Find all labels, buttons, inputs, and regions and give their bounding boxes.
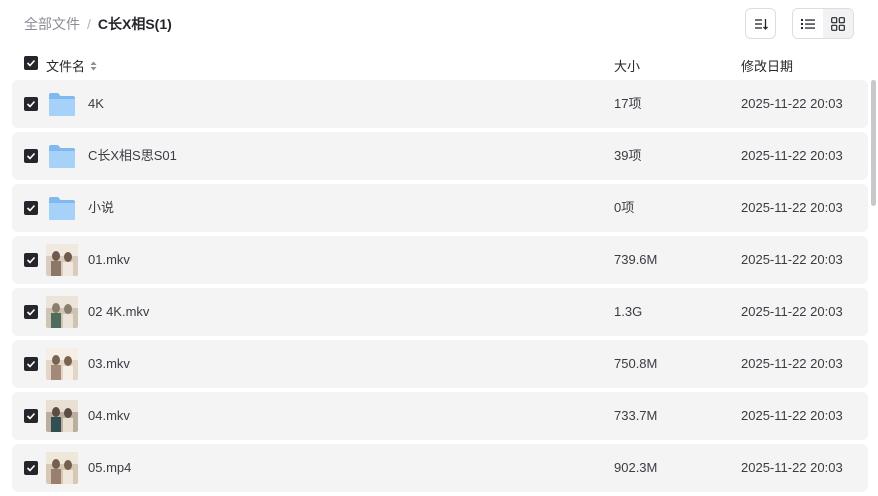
file-date: 2025-11-22 20:03 [741,148,843,163]
check-icon [26,412,36,420]
row-checkbox[interactable] [24,149,38,163]
folder-icon [46,88,78,120]
file-row[interactable]: 02 4K.mkv 1.3G 2025-11-22 20:03 [12,288,868,336]
header: 全部文件 / C长X相S(1) [0,0,878,48]
check-icon [26,464,36,472]
file-row[interactable]: 03.mkv 750.8M 2025-11-22 20:03 [12,340,868,388]
file-date: 2025-11-22 20:03 [741,304,843,319]
file-name: 4K [88,96,104,111]
check-icon [26,360,36,368]
folder-icon [46,192,78,224]
column-name-header[interactable]: 文件名 [46,56,98,75]
file-name: 小说 [88,200,115,215]
file-size: 17项 [614,96,642,111]
file-name: 04.mkv [88,408,130,423]
column-header: 文件名 大小 修改日期 [0,52,878,76]
column-size-header[interactable]: 大小 [614,56,640,75]
grid-view-button[interactable] [823,9,853,38]
row-checkbox[interactable] [24,97,38,111]
row-checkbox[interactable] [24,305,38,319]
file-name: 01.mkv [88,252,130,267]
file-name: 05.mp4 [88,460,132,475]
file-row[interactable]: 01.mkv 739.6M 2025-11-22 20:03 [12,236,868,284]
file-size: 39项 [614,148,642,163]
sort-button[interactable] [745,8,776,39]
grid-view-icon [831,16,845,31]
row-checkbox[interactable] [24,201,38,215]
column-date-header[interactable]: 修改日期 [741,56,793,75]
breadcrumb-separator: / [87,16,91,32]
list-view-icon [801,18,815,29]
file-row[interactable]: 04.mkv 733.7M 2025-11-22 20:03 [12,392,868,440]
breadcrumb-current: C长X相S(1) [97,16,172,32]
file-list: 4K 17项 2025-11-22 20:03 C长X相S思S01 39项 20… [12,80,868,496]
file-date: 2025-11-22 20:03 [741,408,843,423]
file-date: 2025-11-22 20:03 [741,252,843,267]
row-checkbox[interactable] [24,253,38,267]
check-icon [26,152,36,160]
file-date: 2025-11-22 20:03 [741,356,843,371]
check-icon [26,204,36,212]
sort-toggle-icon [90,61,97,70]
scrollbar[interactable] [871,80,876,206]
file-name: C长X相S思S01 [88,148,177,163]
list-view-button[interactable] [793,9,823,38]
sort-icon [754,18,768,30]
file-size: 733.7M [614,408,658,423]
file-name: 02 4K.mkv [88,304,150,319]
file-row[interactable]: 4K 17项 2025-11-22 20:03 [12,80,868,128]
check-icon [26,100,36,108]
file-row[interactable]: 小说 0项 2025-11-22 20:03 [12,184,868,232]
view-toggle [792,8,854,39]
file-size: 739.6M [614,252,658,267]
check-icon [26,256,36,264]
breadcrumb: 全部文件 / C长X相S(1) [24,15,172,33]
column-name-label: 文件名 [46,59,86,74]
file-size: 902.3M [614,460,658,475]
video-thumbnail [46,348,78,380]
file-date: 2025-11-22 20:03 [741,460,843,475]
video-thumbnail [46,400,78,432]
file-size: 750.8M [614,356,658,371]
file-row[interactable]: C长X相S思S01 39项 2025-11-22 20:03 [12,132,868,180]
select-all-checkbox[interactable] [24,56,38,70]
file-date: 2025-11-22 20:03 [741,200,843,215]
file-name: 03.mkv [88,356,130,371]
row-checkbox[interactable] [24,409,38,423]
file-size: 0项 [614,200,635,215]
file-date: 2025-11-22 20:03 [741,96,843,111]
video-thumbnail [46,296,78,328]
row-checkbox[interactable] [24,461,38,475]
check-icon [26,59,36,67]
file-size: 1.3G [614,304,643,319]
check-icon [26,308,36,316]
row-checkbox[interactable] [24,357,38,371]
file-row[interactable]: 05.mp4 902.3M 2025-11-22 20:03 [12,444,868,492]
video-thumbnail [46,452,78,484]
video-thumbnail [46,244,78,276]
breadcrumb-root[interactable]: 全部文件 [24,15,80,33]
folder-icon [46,140,78,172]
